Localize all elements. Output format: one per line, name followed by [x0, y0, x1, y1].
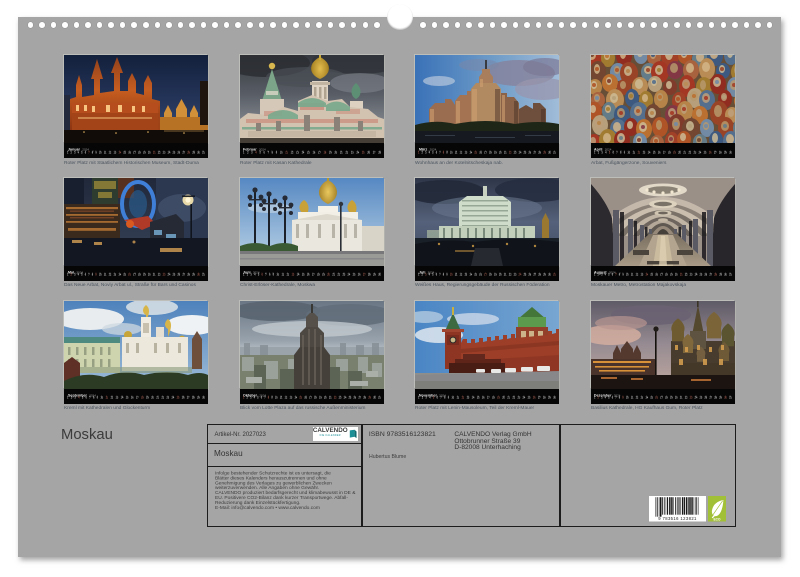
svg-text:ECO: ECO: [713, 518, 720, 522]
svg-text:9 783516 123821: 9 783516 123821: [658, 517, 697, 522]
